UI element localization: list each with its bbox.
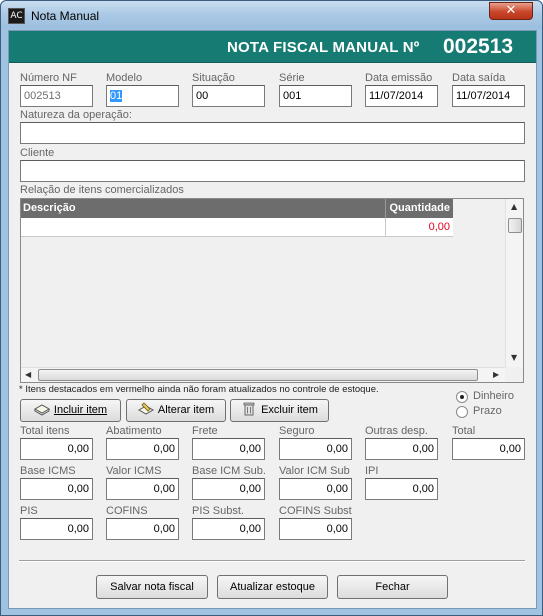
pis-subst-label: PIS Subst.: [192, 505, 244, 517]
valor-icm-sub-label: Valor ICM Sub: [279, 465, 350, 477]
valor-icms-label: Valor ICMS: [106, 465, 162, 477]
cliente-field[interactable]: [20, 160, 525, 182]
add-item-icon: [33, 404, 50, 416]
horizontal-scrollbar[interactable]: ◀ ▶: [21, 367, 505, 382]
close-window-button[interactable]: ✕: [489, 2, 533, 20]
scroll-right-icon[interactable]: ▶: [493, 370, 499, 379]
incluir-item-button[interactable]: Incluir item: [20, 399, 121, 422]
data-saida-label: Data saída: [452, 72, 506, 84]
cofins-field[interactable]: 0,00: [106, 518, 179, 540]
cofins-subst-field[interactable]: 0,00: [279, 518, 352, 540]
header-bar: NOTA FISCAL MANUAL Nº 002513: [9, 31, 536, 63]
scroll-down-icon[interactable]: ▼: [511, 353, 517, 362]
abatimento-label: Abatimento: [106, 425, 162, 437]
frete-field[interactable]: 0,00: [192, 438, 265, 460]
column-header-descricao[interactable]: Descrição: [21, 199, 386, 218]
modelo-value: 01: [110, 90, 123, 102]
prazo-radio[interactable]: [456, 406, 468, 418]
cofins-label: COFINS: [106, 505, 148, 517]
header-title: NOTA FISCAL MANUAL Nº: [227, 39, 420, 56]
pis-subst-field[interactable]: 0,00: [192, 518, 265, 540]
vertical-scroll-thumb[interactable]: [508, 218, 522, 233]
form-body: NOTA FISCAL MANUAL Nº 002513 Número NF 0…: [8, 30, 537, 609]
data-emissao-field[interactable]: 11/07/2014: [365, 85, 438, 107]
situacao-field[interactable]: 00: [192, 85, 265, 107]
vertical-scrollbar[interactable]: ▲ ▼: [505, 199, 523, 367]
base-icm-sub-field[interactable]: 0,00: [192, 478, 265, 500]
total-itens-label: Total itens: [20, 425, 70, 437]
item-descricao-cell[interactable]: [21, 218, 386, 237]
edit-item-icon: [137, 402, 154, 415]
items-grid[interactable]: Descrição Quantidade 0,00 ▲ ▼ ◀ ▶: [20, 198, 524, 383]
pis-field[interactable]: 0,00: [20, 518, 93, 540]
outras-desp-field[interactable]: 0,00: [365, 438, 438, 460]
base-icms-label: Base ICMS: [20, 465, 76, 477]
seguro-label: Seguro: [279, 425, 315, 437]
excluir-item-label: Excluir item: [261, 404, 318, 416]
natureza-field[interactable]: [20, 122, 525, 144]
fechar-button[interactable]: Fechar: [337, 575, 448, 599]
scroll-corner: [505, 367, 523, 382]
cliente-label: Cliente: [20, 147, 55, 159]
excluir-item-button[interactable]: Excluir item: [230, 399, 329, 422]
seguro-field[interactable]: 0,00: [279, 438, 352, 460]
ipi-label: IPI: [365, 465, 379, 477]
alterar-item-label: Alterar item: [157, 404, 215, 416]
column-header-quantidade[interactable]: Quantidade: [386, 199, 453, 218]
header-nf-number: 002513: [443, 35, 514, 58]
horizontal-scroll-thumb[interactable]: [38, 369, 478, 381]
total-itens-field[interactable]: 0,00: [20, 438, 93, 460]
numero-nf-field[interactable]: 002513: [20, 85, 93, 107]
dinheiro-radio[interactable]: [456, 391, 468, 403]
trash-icon: [243, 402, 255, 416]
items-label: Relação de itens comercializados: [20, 184, 184, 196]
modelo-field[interactable]: 01: [106, 85, 179, 107]
total-field[interactable]: 0,00: [452, 438, 525, 460]
footer-divider: [19, 560, 525, 562]
scroll-up-icon[interactable]: ▲: [511, 202, 517, 211]
natureza-label: Natureza da operação:: [20, 109, 132, 121]
valor-icm-sub-field[interactable]: 0,00: [279, 478, 352, 500]
cofins-subst-label: COFINS Subst: [279, 505, 352, 517]
dinheiro-label: Dinheiro: [473, 390, 514, 402]
serie-field[interactable]: 001: [279, 85, 352, 107]
pis-label: PIS: [20, 505, 38, 517]
ipi-field[interactable]: 0,00: [365, 478, 438, 500]
app-icon: AC: [8, 8, 25, 24]
modelo-label: Modelo: [106, 72, 143, 84]
situacao-label: Situação: [192, 72, 235, 84]
base-icms-field[interactable]: 0,00: [20, 478, 93, 500]
window-title: Nota Manual: [31, 9, 100, 23]
base-icm-sub-label: Base ICM Sub.: [192, 465, 266, 477]
outras-desp-label: Outras desp.: [365, 425, 428, 437]
serie-label: Série: [279, 72, 305, 84]
total-label: Total: [452, 425, 476, 437]
salvar-nota-fiscal-button[interactable]: Salvar nota fiscal: [96, 575, 208, 599]
nota-manual-window: AC Nota Manual ✕ NOTA FISCAL MANUAL Nº 0…: [0, 0, 543, 616]
stock-warning-note: * Itens destacados em vermelho ainda não…: [19, 384, 379, 395]
alterar-item-button[interactable]: Alterar item: [126, 399, 226, 422]
abatimento-field[interactable]: 0,00: [106, 438, 179, 460]
data-saida-field[interactable]: 11/07/2014: [452, 85, 525, 107]
item-quantidade-cell[interactable]: 0,00: [386, 218, 453, 237]
valor-icms-field[interactable]: 0,00: [106, 478, 179, 500]
data-emissao-label: Data emissão: [365, 72, 433, 84]
title-bar[interactable]: AC Nota Manual ✕: [1, 1, 542, 29]
frete-label: Frete: [192, 425, 218, 437]
scroll-left-icon[interactable]: ◀: [25, 370, 31, 379]
numero-nf-label: Número NF: [20, 72, 77, 84]
atualizar-estoque-button[interactable]: Atualizar estoque: [217, 575, 328, 599]
prazo-label: Prazo: [473, 405, 502, 417]
incluir-item-label: Incluir item: [53, 404, 108, 416]
